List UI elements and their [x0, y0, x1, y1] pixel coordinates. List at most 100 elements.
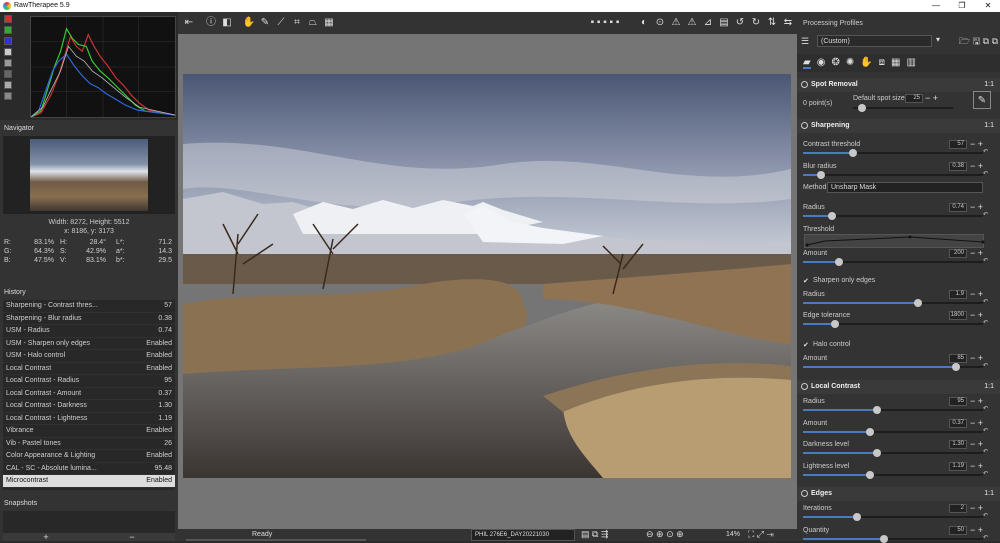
- lc-darkness-reset-icon[interactable]: ↶: [983, 448, 988, 455]
- edge-tolerance-reset-icon[interactable]: ↶: [983, 319, 988, 326]
- edges-quantity-reset-icon[interactable]: ↶: [983, 534, 988, 541]
- contrast-threshold-slider[interactable]: [803, 149, 983, 157]
- tab-raw-icon[interactable]: ▦: [891, 57, 900, 69]
- history-item[interactable]: USM - Sharpen only edges Enabled: [3, 338, 175, 350]
- fit-screen-icon[interactable]: ⛶ ⤢ ⇥: [748, 529, 774, 540]
- snapshots-header[interactable]: Snapshots: [0, 497, 178, 509]
- lc-darkness-stepper[interactable]: − +: [970, 440, 983, 449]
- histogram-raw-toggle[interactable]: [4, 70, 12, 78]
- usm-amount-slider[interactable]: [803, 258, 983, 266]
- highlight-warning-icon[interactable]: ⚠: [669, 16, 683, 30]
- usm-radius-reset-icon[interactable]: ↶: [983, 211, 988, 218]
- spot-size-slider[interactable]: [853, 104, 953, 112]
- histogram-bar-toggle[interactable]: [4, 81, 12, 89]
- softproof-icon[interactable]: ▤: [717, 16, 731, 30]
- local-contrast-header[interactable]: Local Contrast 1:1: [797, 380, 1000, 394]
- contrast-threshold-reset-icon[interactable]: ↶: [983, 148, 988, 155]
- rotate-right-icon[interactable]: ↻: [749, 16, 763, 30]
- history-item[interactable]: Vibrance Enabled: [3, 425, 175, 438]
- tab-color-icon[interactable]: ✺: [846, 57, 854, 69]
- tab-transform-icon[interactable]: ⧈: [879, 57, 885, 69]
- edges-toggle-icon[interactable]: [801, 490, 808, 497]
- rotate-left-icon[interactable]: ↺: [733, 16, 747, 30]
- usm-amount-stepper[interactable]: − +: [970, 249, 983, 258]
- hand-icon[interactable]: ✋: [242, 16, 256, 30]
- straighten-icon[interactable]: ⟋: [274, 16, 288, 30]
- lc-lightness-value[interactable]: 1.19: [949, 462, 967, 471]
- display-profile-icons[interactable]: ▤ ⧉ ⇶: [581, 529, 608, 540]
- crop-icon[interactable]: ⌗: [290, 16, 304, 30]
- lc-lightness-slider[interactable]: [803, 471, 983, 479]
- flip-vertical-icon[interactable]: ⇅: [765, 16, 779, 30]
- profile-menu-icon[interactable]: ☰: [801, 36, 811, 46]
- edges-iterations-slider[interactable]: [803, 513, 983, 521]
- usm-amount-reset-icon[interactable]: ↶: [983, 257, 988, 264]
- edge-tolerance-stepper[interactable]: − +: [970, 311, 983, 320]
- history-item[interactable]: Local Contrast Enabled: [3, 363, 175, 375]
- lc-radius-value[interactable]: 95: [949, 397, 967, 406]
- lc-darkness-value[interactable]: 1.30: [949, 440, 967, 449]
- grid-icon[interactable]: ▦: [322, 16, 336, 30]
- threshold-curve[interactable]: [804, 234, 985, 248]
- spot-size-value[interactable]: 25: [905, 94, 923, 103]
- tab-detail-icon[interactable]: ❂: [831, 57, 839, 69]
- halo-amount-slider[interactable]: [803, 363, 983, 371]
- histogram-luminance-toggle[interactable]: [4, 48, 12, 56]
- spot-removal-toggle-icon[interactable]: [801, 81, 808, 88]
- edges-quantity-value[interactable]: 50: [949, 526, 967, 535]
- add-snapshot-button[interactable]: +: [43, 533, 48, 542]
- snapshots-list[interactable]: [3, 511, 175, 533]
- histogram-red-toggle[interactable]: [4, 15, 12, 23]
- close-button[interactable]: ✕: [976, 0, 1000, 12]
- blur-radius-stepper[interactable]: − +: [970, 162, 983, 171]
- profile-actions-icons[interactable]: 🗁 🖫 ⧉ ⧉: [938, 34, 998, 50]
- gamut-warning-icon[interactable]: ⚠: [685, 16, 699, 30]
- image-viewer[interactable]: [178, 34, 797, 529]
- spot-size-stepper[interactable]: − +: [925, 94, 938, 103]
- zoom-controls[interactable]: ⊖ ⊕ ⊙ ⊕: [646, 529, 684, 540]
- history-item[interactable]: Vib - Pastel tones 26: [3, 438, 175, 450]
- lc-radius-stepper[interactable]: − +: [970, 397, 983, 406]
- history-item[interactable]: Local Contrast - Amount 0.37: [3, 388, 175, 400]
- usm-radius-slider[interactable]: [803, 212, 983, 220]
- sharpening-header[interactable]: Sharpening 1:1: [797, 119, 1000, 133]
- navigator-thumbnail[interactable]: [30, 139, 148, 211]
- edges-radius-slider[interactable]: [803, 299, 983, 307]
- sharpen-only-edges-checkbox[interactable]: ✔: [803, 277, 810, 285]
- history-item[interactable]: USM - Radius 0.74: [3, 325, 175, 338]
- tab-meta-icon[interactable]: ▥: [907, 57, 916, 69]
- local-contrast-toggle-icon[interactable]: [801, 383, 808, 390]
- maximize-button[interactable]: ❐: [950, 0, 974, 12]
- lc-amount-reset-icon[interactable]: ↶: [983, 427, 988, 434]
- edges-header[interactable]: Edges 1:1: [797, 487, 1000, 501]
- edges-iterations-reset-icon[interactable]: ↶: [983, 512, 988, 519]
- history-item[interactable]: Sharpening - Contrast thres... 57: [3, 300, 175, 313]
- output-profile-select[interactable]: PHIL 276E6_DAY20221030: [471, 529, 575, 541]
- blur-radius-value[interactable]: 0.38: [949, 162, 967, 171]
- halo-amount-value[interactable]: 85: [949, 354, 967, 363]
- lc-radius-reset-icon[interactable]: ↶: [983, 405, 988, 412]
- histogram-scale-toggle[interactable]: [4, 92, 12, 100]
- flip-horizontal-icon[interactable]: ⇆: [781, 16, 795, 30]
- edges-iterations-value[interactable]: 2: [949, 504, 967, 513]
- halo-amount-reset-icon[interactable]: ↶: [983, 362, 988, 369]
- panel-toggle-icon[interactable]: ⇤: [182, 16, 196, 30]
- remove-snapshot-button[interactable]: −: [129, 533, 134, 542]
- spot-removal-header[interactable]: Spot Removal 1:1: [797, 78, 1000, 92]
- history-item[interactable]: CAL - SC - Absolute lumina... 95.48: [3, 463, 175, 475]
- histogram-blue-toggle[interactable]: [4, 37, 12, 45]
- before-after-icon[interactable]: ◧: [220, 16, 234, 30]
- blur-radius-slider[interactable]: [803, 171, 983, 179]
- method-select[interactable]: Unsharp Mask: [827, 182, 983, 193]
- edges-iterations-stepper[interactable]: − +: [970, 504, 983, 513]
- edges-radius-reset-icon[interactable]: ↶: [983, 298, 988, 305]
- histogram-icon[interactable]: ⊿: [701, 16, 715, 30]
- tab-exposure-icon[interactable]: ◉: [817, 57, 826, 69]
- histogram-chroma-toggle[interactable]: [4, 59, 12, 67]
- perspective-icon[interactable]: ⏢: [306, 16, 320, 30]
- contrast-threshold-stepper[interactable]: − +: [970, 140, 983, 149]
- history-item[interactable]: Color Appearance & Lighting Enabled: [3, 450, 175, 463]
- usm-amount-value[interactable]: 200: [949, 249, 967, 258]
- info-icon[interactable]: ⓘ: [204, 16, 218, 30]
- edge-tolerance-value[interactable]: 1800: [949, 311, 967, 320]
